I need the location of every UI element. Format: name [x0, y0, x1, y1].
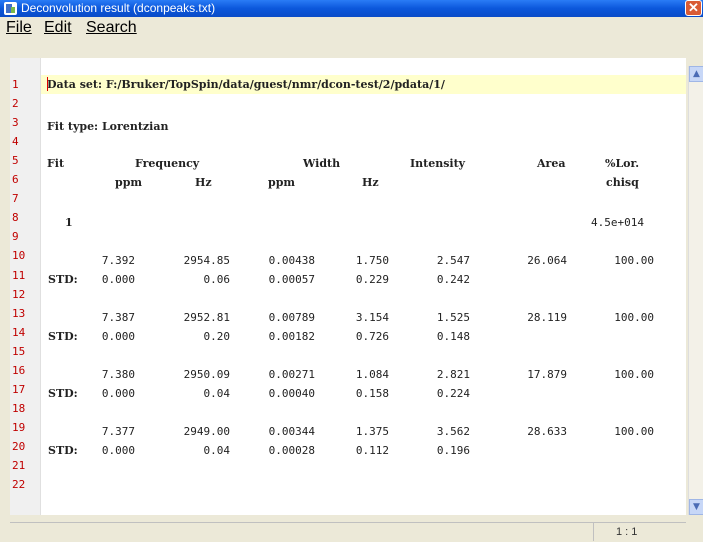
line-number: 22: [12, 478, 26, 492]
peak-std-row: STD: 0.000 0.04 0.00028 0.112 0.196: [0, 442, 703, 460]
header-row-1: Fit Frequency Width Intensity Area %Lor.: [0, 155, 703, 173]
std-value: 0.00182: [268, 330, 315, 343]
close-button[interactable]: ✕: [685, 0, 702, 16]
fit-type-line: Fit type: Lorentzian: [47, 120, 169, 133]
menu-edit-label: Edit: [44, 19, 72, 36]
peak-value: 1.084: [355, 368, 389, 381]
text-caret: [47, 77, 48, 91]
line-number: 2: [12, 97, 19, 111]
peak-values-row: 7.392 2954.85 0.00438 1.750 2.547 26.064 100.0…: [0, 252, 703, 270]
line-number: 7: [12, 192, 19, 206]
peak-value: 2.547: [436, 254, 470, 267]
peak-value: 0.00789: [268, 311, 315, 324]
peak-value: 17.879: [527, 368, 567, 381]
peak-value: 100.00: [614, 311, 654, 324]
header-frequency: Frequency: [135, 157, 200, 170]
std-value: 0.726: [355, 330, 389, 343]
header-ppm-1: ppm: [115, 176, 143, 189]
std-value: 0.06: [203, 273, 231, 286]
std-value: 0.00057: [268, 273, 315, 286]
line-number: 3: [12, 116, 19, 130]
peak-value: 1.375: [355, 425, 389, 438]
std-value: 0.112: [355, 444, 389, 457]
peak-value: 0.00271: [268, 368, 315, 381]
arrow-down-icon[interactable]: ▼: [689, 499, 703, 515]
data-set-line: Data set: F:/Bruker/TopSpin/data/guest/n…: [47, 78, 445, 91]
peak-value: 28.119: [527, 311, 567, 324]
std-value: 0.000: [101, 273, 135, 286]
cursor-position: 1 : 1: [593, 523, 653, 541]
header-fit: Fit: [47, 157, 65, 170]
peak-value: 2949.00: [183, 425, 230, 438]
vertical-scrollbar[interactable]: ▲ ▼: [688, 66, 703, 515]
menu-file-label: File: [6, 19, 32, 36]
line-number: 4: [12, 135, 19, 149]
editor-top-margin: [10, 58, 686, 66]
fit-row: 1 4.5e+014: [0, 214, 703, 232]
peak-value: 26.064: [527, 254, 567, 267]
peak-values-row: 7.387 2952.81 0.00789 3.154 1.525 28.119 100.0…: [0, 309, 703, 327]
std-value: 0.04: [203, 387, 231, 400]
peak-std-row: STD: 0.000 0.06 0.00057 0.229 0.242: [0, 271, 703, 289]
peak-value: 7.392: [101, 254, 135, 267]
peak-value: 7.380: [101, 368, 135, 381]
peak-value: 2950.09: [183, 368, 230, 381]
menu-edit[interactable]: Edit: [44, 18, 72, 38]
std-value: 0.000: [101, 330, 135, 343]
peak-value: 7.387: [101, 311, 135, 324]
header-row-2: ppm Hz ppm Hz chisq: [0, 174, 703, 192]
peak-value: 3.562: [436, 425, 470, 438]
peak-values-row: 7.377 2949.00 0.00344 1.375 3.562 28.633 100.0…: [0, 423, 703, 441]
header-chisq: chisq: [606, 176, 639, 189]
peak-value: 100.00: [614, 254, 654, 267]
header-lor: %Lor.: [605, 157, 640, 170]
chisq-value: 4.5e+014: [591, 216, 644, 229]
header-hz-2: Hz: [362, 176, 379, 189]
std-value: 0.00028: [268, 444, 315, 457]
peak-value: 2954.85: [183, 254, 230, 267]
line-number: 1: [12, 78, 19, 91]
peak-value: 28.633: [527, 425, 567, 438]
std-value: 0.196: [436, 444, 470, 457]
peak-value: 2952.81: [183, 311, 230, 324]
header-width: Width: [303, 157, 341, 170]
menu-file[interactable]: File: [6, 18, 32, 38]
peak-value: 100.00: [614, 425, 654, 438]
std-value: 0.229: [355, 273, 389, 286]
peak-value: 1.525: [436, 311, 470, 324]
title-bar: Deconvolution result (dconpeaks.txt) ✕: [0, 0, 703, 17]
header-area: Area: [537, 157, 566, 170]
peak-value: 3.154: [355, 311, 389, 324]
std-value: 0.148: [436, 330, 470, 343]
peak-value: 1.750: [355, 254, 389, 267]
peak-std-row: STD: 0.000 0.04 0.00040 0.158 0.224: [0, 385, 703, 403]
std-value: 0.224: [436, 387, 470, 400]
header-hz-1: Hz: [195, 176, 212, 189]
status-bar: 1 : 1: [10, 522, 686, 542]
std-value: 0.00040: [268, 387, 315, 400]
menu-search[interactable]: Search: [86, 18, 137, 38]
fit-number: 1: [65, 216, 73, 229]
std-value: 0.242: [436, 273, 470, 286]
peak-value: 7.377: [101, 425, 135, 438]
peak-value: 100.00: [614, 368, 654, 381]
peak-values-row: 7.380 2950.09 0.00271 1.084 2.821 17.879 100.0…: [0, 366, 703, 384]
std-value: 0.158: [355, 387, 389, 400]
std-value: 0.000: [101, 444, 135, 457]
std-value: 0.20: [203, 330, 231, 343]
menu-bar: File Edit Search: [0, 17, 703, 39]
peak-value: 0.00344: [268, 425, 315, 438]
peak-std-row: STD: 0.000 0.20 0.00182 0.726 0.148: [0, 328, 703, 346]
peak-value: 2.821: [436, 368, 470, 381]
header-ppm-2: ppm: [268, 176, 296, 189]
std-value: 0.000: [101, 387, 135, 400]
peak-value: 0.00438: [268, 254, 315, 267]
header-intensity: Intensity: [410, 157, 466, 170]
menu-search-label: Search: [86, 19, 137, 36]
arrow-up-icon[interactable]: ▲: [689, 66, 703, 82]
window-title: Deconvolution result (dconpeaks.txt): [21, 1, 216, 15]
document-icon: [4, 2, 17, 15]
std-value: 0.04: [203, 444, 231, 457]
